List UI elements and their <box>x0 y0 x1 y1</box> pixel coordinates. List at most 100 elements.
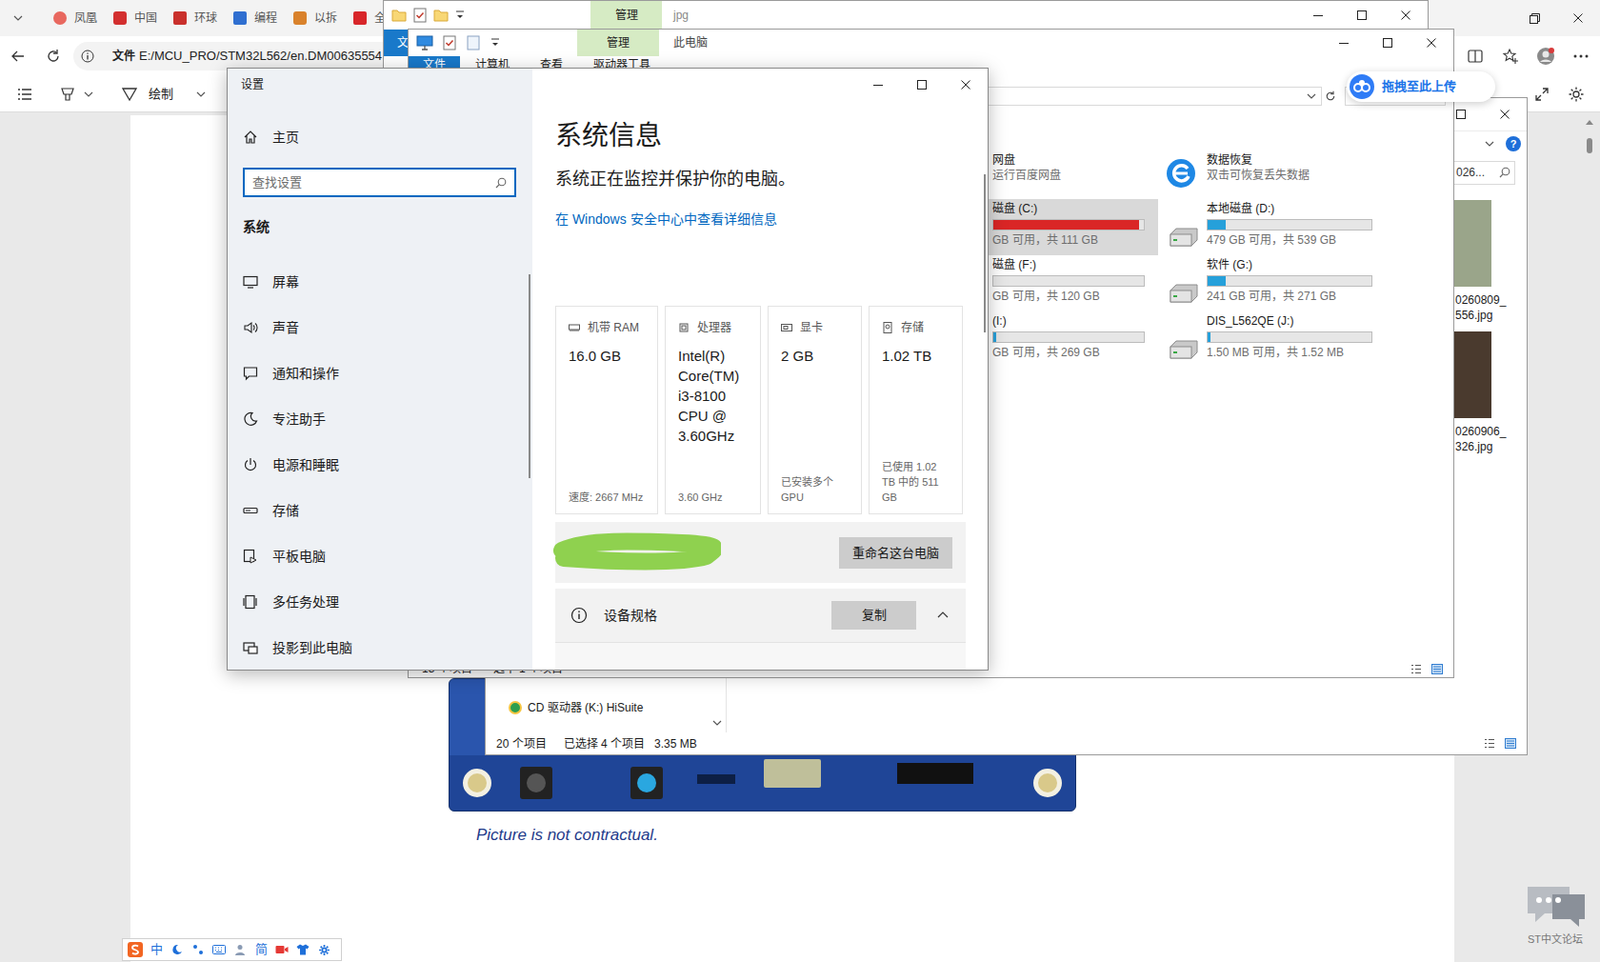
close-button[interactable] <box>943 68 988 100</box>
maximize-icon <box>1357 10 1367 20</box>
drive-tile[interactable]: DIS_L562QE (J:)1.50 MB 可用，共 1.52 MB <box>1158 311 1373 368</box>
profile-button[interactable] <box>1527 41 1563 71</box>
minimize-button[interactable] <box>856 68 900 100</box>
browser-tab[interactable]: 编程 <box>233 9 294 27</box>
usage-fill <box>1207 220 1226 230</box>
card-label: 显卡 <box>800 319 823 337</box>
app-tile[interactable]: 数据恢复双击可恢复丢失数据 <box>1158 151 1373 200</box>
address-scheme: 文件 <box>112 47 136 65</box>
favicon-icon <box>233 11 247 25</box>
forum-widget[interactable]: ST中文论坛 <box>1523 880 1597 946</box>
browser-toolbar-icons <box>1457 41 1600 71</box>
account-icon[interactable] <box>229 939 251 960</box>
multitasking-icon <box>242 594 259 610</box>
context-tab[interactable]: 管理 <box>590 0 662 30</box>
browser-tab[interactable]: 环球 <box>173 9 234 27</box>
rename-button[interactable]: 重命名这台电脑 <box>839 537 953 569</box>
drive-tile[interactable]: 软件 (G:)241 GB 可用，共 271 GB <box>1158 255 1373 312</box>
page-scrollbar[interactable] <box>1581 112 1598 962</box>
content-scrollbar[interactable] <box>983 174 986 333</box>
emoji-dots-icon[interactable] <box>187 939 209 960</box>
settings-nav-item[interactable]: 专注助手 <box>227 396 533 442</box>
nav-label: 多任务处理 <box>272 592 340 613</box>
upload-badge[interactable]: 拖拽至此上传 <box>1346 71 1496 102</box>
maximize-button[interactable] <box>1365 29 1410 57</box>
camera-icon[interactable] <box>271 939 293 960</box>
punctuation-moon-icon[interactable] <box>166 939 188 960</box>
maximize-button[interactable] <box>900 68 944 100</box>
sogou-logo-icon[interactable] <box>124 939 146 960</box>
draw-icon <box>121 86 138 102</box>
tab-actions-button[interactable] <box>0 0 37 37</box>
highlight-menu-button[interactable] <box>81 89 96 100</box>
back-button[interactable] <box>3 41 33 71</box>
scroll-thumb[interactable] <box>1586 138 1593 154</box>
close-button[interactable] <box>1409 29 1454 57</box>
contents-button[interactable] <box>10 80 40 109</box>
settings-nav-item[interactable]: 声音 <box>227 304 533 351</box>
chevron-icon[interactable] <box>935 607 951 623</box>
settings-search-input[interactable] <box>252 169 496 196</box>
minimize-button[interactable] <box>1296 0 1340 30</box>
home-link[interactable]: 主页 <box>227 118 533 157</box>
draw-menu-button[interactable] <box>194 89 208 100</box>
more-button[interactable] <box>1562 41 1599 71</box>
nav-label: 屏幕 <box>272 272 300 293</box>
simplified-chinese-button[interactable]: 简 <box>250 939 272 960</box>
forum-label: ST中文论坛 <box>1527 932 1583 946</box>
sidebar-scrollbar[interactable] <box>528 274 531 479</box>
refresh-button[interactable] <box>39 41 68 71</box>
thumbnail-item[interactable]: 0260809_556.jpg <box>1453 200 1511 323</box>
pdf-settings-button[interactable] <box>1559 80 1594 109</box>
settings-nav-item[interactable]: 投影到此电脑 <box>227 624 533 671</box>
large-icons-view-button[interactable] <box>1426 660 1448 677</box>
drive-grid: 网盘运行百度网盘数据恢复双击可恢复丢失数据磁盘 (C:)GB 可用，共 111 … <box>943 151 1454 368</box>
close-button[interactable] <box>1482 98 1527 131</box>
file-name: 0260809_ <box>1453 292 1511 308</box>
skin-shirt-icon[interactable] <box>292 939 314 960</box>
close-button[interactable] <box>1556 0 1600 37</box>
browser-tab[interactable]: 中国 <box>113 9 174 27</box>
expand-ribbon-button[interactable] <box>1482 139 1497 149</box>
browser-tab[interactable]: 以拆 <box>293 9 354 27</box>
details-view-button[interactable] <box>1479 734 1500 754</box>
copy-button[interactable]: 复制 <box>831 600 917 630</box>
security-center-link[interactable]: 在 Windows 安全中心中查看详细信息 <box>555 209 966 229</box>
split-screen-button[interactable] <box>1457 41 1493 71</box>
highlight-button[interactable] <box>53 80 82 109</box>
search-icon <box>1499 166 1511 179</box>
maximize-icon <box>1382 38 1393 48</box>
details-view-button[interactable] <box>1405 660 1427 677</box>
restore-button[interactable] <box>1512 0 1557 37</box>
settings-nav-item[interactable]: 存储 <box>227 487 533 534</box>
thumbnail-item[interactable]: 0260906_326.jpg <box>1453 331 1511 455</box>
fit-page-button[interactable] <box>1524 80 1560 109</box>
minimize-icon <box>873 80 883 90</box>
drive-tile[interactable]: 本地磁盘 (D:)479 GB 可用，共 539 GB <box>1158 199 1373 256</box>
device-specs-header[interactable]: 设备规格复制 <box>555 588 966 642</box>
settings-search-box[interactable] <box>242 167 517 198</box>
minimize-button[interactable] <box>1321 29 1366 57</box>
draw-button[interactable]: 绘制 <box>148 84 174 104</box>
large-icons-view-button[interactable] <box>1500 734 1521 754</box>
close-button[interactable] <box>1383 0 1428 30</box>
settings-nav-item[interactable]: 通知和操作 <box>227 350 533 397</box>
help-button[interactable]: ? <box>1505 136 1521 152</box>
settings-nav-item[interactable]: 平板电脑 <box>227 533 533 580</box>
settings-nav-item[interactable]: 屏幕 <box>227 259 533 305</box>
maximize-button[interactable] <box>1340 0 1384 30</box>
scroll-up-button[interactable] <box>1585 112 1594 132</box>
nav-scroll-down-button[interactable] <box>710 717 724 729</box>
input-mode-button[interactable]: 中 <box>145 939 167 960</box>
ime-settings-icon[interactable] <box>313 939 335 960</box>
nav-item[interactable]: CD 驱动器 (K:) HiSuite <box>485 697 726 719</box>
browser-tab[interactable]: 凤凰 <box>53 9 114 27</box>
search-box[interactable]: 026... <box>1448 160 1516 185</box>
settings-nav-item[interactable]: 多任务处理 <box>227 579 533 625</box>
keyboard-icon[interactable] <box>208 939 230 960</box>
favorites-button[interactable] <box>1492 41 1528 71</box>
context-tab[interactable]: 管理 <box>577 29 660 57</box>
settings-nav-item[interactable]: 电源和睡眠 <box>227 441 533 488</box>
refresh-button[interactable] <box>1321 86 1340 106</box>
page-subtitle: 系统正在监控并保护你的电脑。 <box>555 166 966 192</box>
